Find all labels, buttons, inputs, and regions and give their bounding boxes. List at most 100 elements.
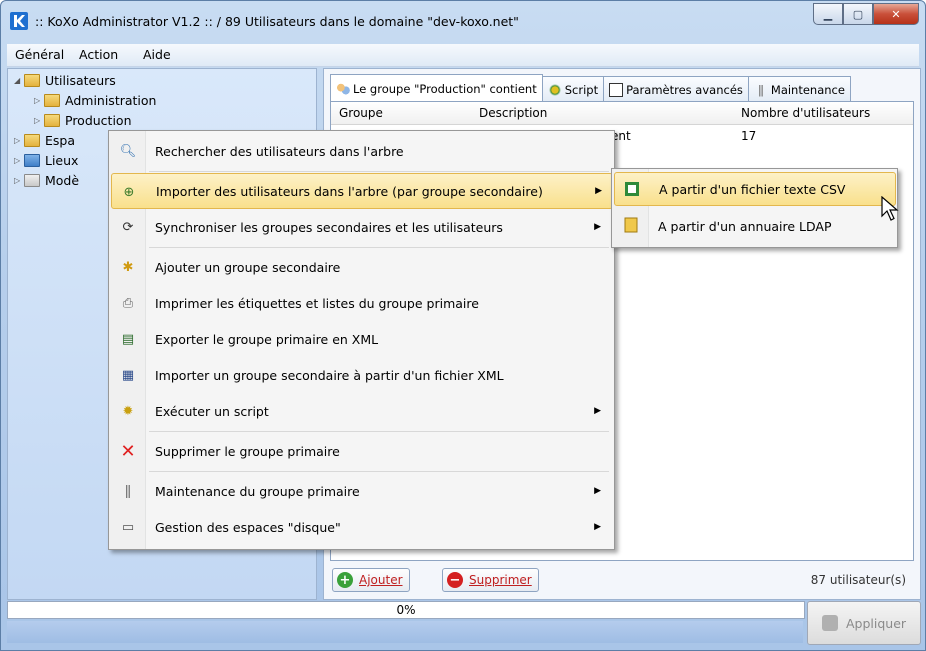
menu-separator bbox=[149, 247, 609, 248]
grid-header: Groupe Description Nombre d'utilisateurs bbox=[331, 102, 913, 125]
tools-icon: ǁ bbox=[124, 483, 132, 499]
koxo-logo-icon bbox=[10, 12, 28, 30]
import-xml-icon: ▦ bbox=[121, 367, 135, 383]
menu-general[interactable]: Général bbox=[15, 47, 64, 62]
menu-item-label: Maintenance du groupe primaire bbox=[155, 483, 360, 499]
tree-item-administration[interactable]: ▷ Administration bbox=[34, 93, 156, 108]
maximize-button[interactable]: ▢ bbox=[843, 3, 873, 25]
tree-item-label: Modè bbox=[45, 173, 80, 188]
close-button[interactable]: ✕ bbox=[873, 3, 919, 25]
tools-icon: ǁ bbox=[757, 83, 764, 97]
tree-item-label: Production bbox=[65, 113, 132, 128]
context-menu: 🔍︎ Rechercher des utilisateurs dans l'ar… bbox=[108, 130, 615, 550]
add-button[interactable]: + Ajouter bbox=[332, 568, 410, 592]
menu-item-label: Importer un groupe secondaire à partir d… bbox=[155, 367, 504, 383]
delete-button-label: Supprimer bbox=[469, 573, 532, 587]
menu-item-label: Exécuter un script bbox=[155, 403, 269, 419]
menu-item-import-xml[interactable]: ▦ Importer un groupe secondaire à partir… bbox=[111, 357, 611, 393]
submenu-item-ldap[interactable]: A partir d'un annuaire LDAP bbox=[614, 209, 894, 243]
progress-text: 0% bbox=[396, 603, 416, 617]
mouse-cursor-icon bbox=[881, 196, 899, 221]
tab-strip: Le groupe "Production" contient Script P… bbox=[330, 74, 851, 102]
import-users-icon: ⊕ bbox=[123, 184, 135, 200]
menu-separator bbox=[149, 171, 609, 172]
menu-item-print-labels[interactable]: ⎙ Imprimer les étiquettes et listes du g… bbox=[111, 285, 611, 321]
tab-advanced-settings[interactable]: Paramètres avancés bbox=[603, 76, 749, 101]
menu-item-label: Ajouter un groupe secondaire bbox=[155, 259, 341, 275]
collapse-arrow-icon[interactable]: ▷ bbox=[14, 136, 24, 145]
csv-file-icon bbox=[623, 180, 641, 198]
submenu-item-csv[interactable]: A partir d'un fichier texte CSV bbox=[614, 172, 896, 206]
menu-item-delete-primary-group[interactable]: ✕ Supprimer le groupe primaire bbox=[111, 433, 611, 469]
user-count-label: 87 utilisateur(s) bbox=[810, 573, 906, 587]
menu-item-add-secondary-group[interactable]: ✱ Ajouter un groupe secondaire bbox=[111, 249, 611, 285]
close-icon: ✕ bbox=[891, 7, 901, 21]
tab-maintenance[interactable]: ǁ Maintenance bbox=[747, 76, 851, 101]
apply-icon bbox=[821, 615, 838, 631]
delete-icon: ✕ bbox=[120, 440, 136, 462]
collapse-arrow-icon[interactable]: ▷ bbox=[34, 96, 44, 105]
collapse-arrow-icon[interactable]: ▷ bbox=[14, 176, 24, 185]
minimize-icon: ▁ bbox=[823, 7, 833, 21]
maximize-icon: ▢ bbox=[852, 7, 864, 21]
search-icon: 🔍︎ bbox=[119, 143, 137, 159]
tree-item-espaces[interactable]: ▷ Espa bbox=[14, 133, 75, 148]
collapse-arrow-icon[interactable]: ▷ bbox=[14, 156, 24, 165]
sync-icon: ⟳ bbox=[122, 219, 134, 235]
expand-arrow-icon[interactable]: ◢ bbox=[14, 76, 24, 85]
collapse-arrow-icon[interactable]: ▷ bbox=[34, 116, 44, 125]
menu-item-export-xml[interactable]: ▤ Exporter le groupe primaire en XML bbox=[111, 321, 611, 357]
tree-item-lieux[interactable]: ▷ Lieux bbox=[14, 153, 78, 168]
menu-item-sync[interactable]: ⟳ Synchroniser les groupes secondaires e… bbox=[111, 209, 611, 245]
menu-action[interactable]: Action bbox=[79, 47, 118, 62]
submenu-arrow-icon: ▶ bbox=[595, 186, 602, 196]
add-button-label: Ajouter bbox=[359, 573, 403, 587]
spaces-icon bbox=[24, 134, 40, 147]
menu-item-label: Exporter le groupe primaire en XML bbox=[155, 331, 379, 347]
menu-item-run-script[interactable]: ✹ Exécuter un script ▶ bbox=[111, 393, 611, 429]
menu-item-disk-spaces[interactable]: ▭ Gestion des espaces "disque" ▶ bbox=[111, 509, 611, 545]
delete-button[interactable]: − Supprimer bbox=[442, 568, 539, 592]
locations-icon bbox=[24, 154, 40, 167]
templates-icon bbox=[24, 174, 40, 187]
submenu-arrow-icon: ▶ bbox=[594, 486, 601, 496]
tree-item-production[interactable]: ▷ Production bbox=[34, 113, 132, 128]
menu-item-label: Importer des utilisateurs dans l'arbre (… bbox=[156, 183, 543, 199]
menu-separator bbox=[149, 431, 609, 432]
submenu-arrow-icon: ▶ bbox=[594, 222, 601, 232]
apply-button[interactable]: Appliquer bbox=[807, 601, 921, 645]
menu-item-search-users[interactable]: 🔍︎ Rechercher des utilisateurs dans l'ar… bbox=[111, 133, 611, 169]
folder-icon bbox=[24, 74, 40, 87]
menu-item-label: Synchroniser les groupes secondaires et … bbox=[155, 219, 503, 235]
script-icon bbox=[547, 83, 562, 97]
menu-item-label: Imprimer les étiquettes et listes du gro… bbox=[155, 295, 479, 311]
column-header-user-count[interactable]: Nombre d'utilisateurs bbox=[741, 106, 870, 120]
progress-bar: 0% bbox=[7, 601, 805, 619]
column-header-description[interactable]: Description bbox=[479, 106, 547, 120]
menu-item-import-users[interactable]: ⊕ Importer des utilisateurs dans l'arbre… bbox=[111, 173, 613, 209]
tree-item-utilisateurs[interactable]: ◢ Utilisateurs bbox=[14, 73, 116, 88]
menu-item-maintenance[interactable]: ǁ Maintenance du groupe primaire ▶ bbox=[111, 473, 611, 509]
column-header-groupe[interactable]: Groupe bbox=[339, 106, 383, 120]
tab-group-contents[interactable]: Le groupe "Production" contient bbox=[330, 74, 543, 101]
row-user-count: 17 bbox=[741, 129, 757, 143]
menu-item-label: Rechercher des utilisateurs dans l'arbre bbox=[155, 143, 404, 159]
tab-label: Script bbox=[564, 83, 599, 97]
menu-item-label: A partir d'un annuaire LDAP bbox=[658, 218, 832, 234]
menu-bar: Général Action Aide bbox=[7, 44, 919, 67]
apply-button-label: Appliquer bbox=[845, 615, 907, 631]
menu-item-label: Gestion des espaces "disque" bbox=[155, 519, 341, 535]
tree-item-label: Lieux bbox=[45, 153, 79, 168]
script-icon: ✹ bbox=[122, 403, 134, 419]
menu-item-label: Supprimer le groupe primaire bbox=[155, 443, 340, 459]
tab-script[interactable]: Script bbox=[541, 76, 605, 101]
menu-separator bbox=[149, 471, 609, 472]
tree-item-modeles[interactable]: ▷ Modè bbox=[14, 173, 79, 188]
ldap-icon bbox=[622, 216, 640, 234]
minimize-button[interactable]: ▁ bbox=[813, 3, 843, 25]
tab-label: Maintenance bbox=[770, 83, 845, 97]
title-bar[interactable]: :: KoXo Administrator V1.2 :: / 89 Utili… bbox=[1, 1, 925, 43]
menu-item-label: A partir d'un fichier texte CSV bbox=[659, 181, 846, 197]
add-group-icon: ✱ bbox=[122, 259, 134, 275]
menu-aide[interactable]: Aide bbox=[143, 47, 171, 62]
